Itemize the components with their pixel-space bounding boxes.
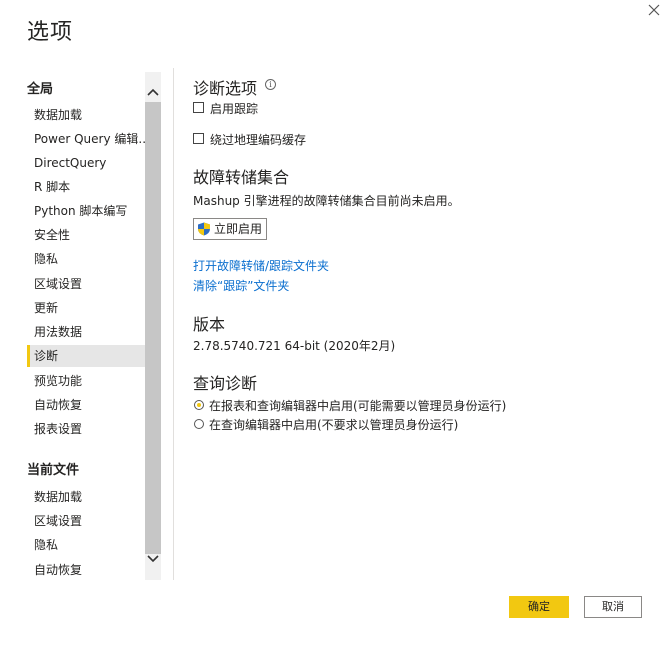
nav-item-data-load[interactable]: 数据加载 [27, 104, 145, 126]
chevron-down-icon[interactable] [147, 552, 159, 566]
open-dump-folder-link[interactable]: 打开故障转储/跟踪文件夹 [193, 257, 329, 274]
nav-item-report-settings[interactable]: 报表设置 [27, 418, 145, 440]
nav-item-usage-data[interactable]: 用法数据 [27, 321, 145, 343]
nav-item-r-script[interactable]: R 脚本 [27, 176, 145, 198]
scroll-thumb[interactable] [145, 102, 161, 554]
uac-shield-icon [198, 222, 210, 236]
nav-item-security[interactable]: 安全性 [27, 224, 145, 246]
bypass-geocoding-cache-checkbox[interactable] [193, 133, 204, 144]
radio-label-query-editor: 在查询编辑器中启用(不要求以管理员身份运行) [209, 418, 459, 432]
options-nav: 全局 数据加载 Power Query 编辑... DirectQuery R … [27, 72, 162, 580]
nav-item-diagnostics[interactable]: 诊断 [27, 345, 145, 367]
chevron-up-icon[interactable] [147, 86, 159, 100]
close-icon[interactable] [646, 2, 662, 18]
nav-item-file-auto-recovery[interactable]: 自动恢复 [27, 559, 145, 580]
nav-item-updates[interactable]: 更新 [27, 297, 145, 319]
nav-scrollbar[interactable] [145, 72, 161, 580]
nav-item-privacy[interactable]: 隐私 [27, 248, 145, 270]
enable-now-button[interactable]: 立即启用 [193, 218, 267, 240]
cancel-button[interactable]: 取消 [584, 596, 642, 618]
nav-item-python-script[interactable]: Python 脚本编写 [27, 200, 145, 222]
nav-item-preview-features[interactable]: 预览功能 [27, 370, 145, 392]
bypass-geocoding-cache-label: 绕过地理编码缓存 [210, 133, 307, 147]
nav-item-regional-settings[interactable]: 区域设置 [27, 273, 145, 295]
info-icon[interactable]: i [265, 79, 276, 90]
dialog-title: 选项 [27, 20, 74, 45]
version-heading: 版本 [193, 315, 226, 334]
radio-label-report-and-query-editor: 在报表和查询编辑器中启用(可能需要以管理员身份运行) [209, 399, 507, 413]
crash-dump-heading: 故障转储集合 [193, 168, 290, 187]
nav-section-global: 全局 [27, 82, 54, 97]
enable-now-label: 立即启用 [214, 222, 263, 236]
query-diagnostics-heading: 查询诊断 [193, 374, 258, 393]
nav-item-directquery[interactable]: DirectQuery [27, 152, 145, 174]
nav-item-file-privacy[interactable]: 隐私 [27, 534, 145, 556]
ok-button[interactable]: 确定 [509, 596, 569, 618]
nav-item-file-regional-settings[interactable]: 区域设置 [27, 510, 145, 532]
radio-enable-report-and-query-editor[interactable] [194, 400, 204, 410]
divider [173, 68, 174, 580]
crash-dump-description: Mashup 引擎进程的故障转储集合目前尚未启用。 [193, 194, 460, 208]
version-value: 2.78.5740.721 64-bit (2020年2月) [193, 339, 396, 353]
radio-enable-query-editor[interactable] [194, 419, 204, 429]
nav-section-current-file: 当前文件 [27, 463, 80, 478]
enable-tracing-label: 启用跟踪 [210, 102, 259, 116]
nav-item-auto-recovery[interactable]: 自动恢复 [27, 394, 145, 416]
diagnostic-options-heading: 诊断选项 [193, 79, 258, 98]
enable-tracing-checkbox[interactable] [193, 102, 204, 113]
clear-traces-link[interactable]: 清除“跟踪”文件夹 [193, 277, 289, 294]
nav-item-power-query-editor[interactable]: Power Query 编辑... [27, 128, 145, 150]
nav-item-file-data-load[interactable]: 数据加载 [27, 486, 145, 508]
